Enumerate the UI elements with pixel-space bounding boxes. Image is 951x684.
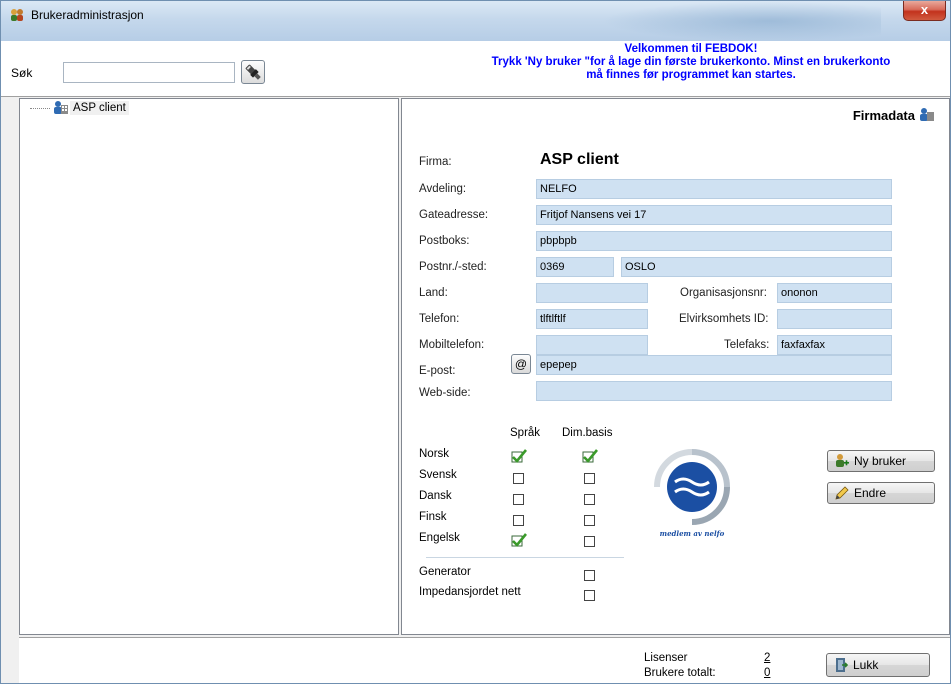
gateadresse-label: Gateadresse:: [419, 209, 489, 221]
firmadata-title: Firmadata: [852, 107, 915, 123]
dim-checkbox[interactable]: [584, 515, 595, 526]
orgnr-field[interactable]: ononon: [777, 283, 892, 303]
welcome-message: Velkommen til FEBDOK! Trykk 'Ny bruker "…: [421, 43, 950, 82]
avdeling-field[interactable]: NELFO: [536, 179, 892, 199]
language-label: Engelsk: [419, 532, 460, 544]
land-field[interactable]: [536, 283, 648, 303]
search-button[interactable]: [241, 60, 265, 84]
language-label: Svensk: [419, 469, 457, 481]
telefon-field[interactable]: tlftlftlf: [536, 309, 648, 329]
postnr-field[interactable]: 0369: [536, 257, 614, 277]
welcome-line-3: må finnes før programmet kan startes.: [586, 69, 796, 81]
lisenser-label: Lisenser: [644, 652, 688, 664]
elvirk-field[interactable]: [777, 309, 892, 329]
ny-bruker-label: Ny bruker: [854, 454, 907, 468]
ny-bruker-button[interactable]: Ny bruker: [827, 450, 935, 472]
dim-checkbox[interactable]: [582, 449, 599, 463]
title-bar: Brukeradministrasjon x: [1, 1, 950, 41]
generator-checkbox[interactable]: [584, 570, 595, 581]
close-button[interactable]: x: [903, 1, 946, 21]
nelfo-logo: medlem av nelfo: [654, 449, 730, 538]
land-label: Land:: [419, 287, 448, 299]
options-separator: [426, 557, 624, 558]
telefon-label: Telefon:: [419, 313, 460, 325]
avdeling-label: Avdeling:: [419, 183, 467, 195]
company-name: ASP client: [540, 151, 619, 168]
poststed-field[interactable]: OSLO: [621, 257, 892, 277]
send-email-button[interactable]: @: [511, 354, 531, 374]
sprak-checkbox[interactable]: [511, 533, 528, 547]
search-toolbar: Søk Velkommen til FEBDOK! Trykk 'Ny bruk…: [1, 41, 950, 97]
company-tree[interactable]: ASP client: [19, 98, 399, 635]
mobil-label: Mobiltelefon:: [419, 339, 485, 351]
welcome-line-1: Velkommen til FEBDOK!: [624, 43, 758, 55]
app-window: Brukeradministrasjon x Søk Velkommen til…: [0, 0, 951, 684]
dim-checkbox[interactable]: [584, 473, 595, 484]
dim-checkbox[interactable]: [584, 494, 595, 505]
impedans-label: Impedansjordet nett: [419, 586, 521, 598]
company-icon: [920, 108, 934, 121]
gateadresse-field[interactable]: Fritjof Nansens vei 17: [536, 205, 892, 225]
exit-door-icon: [836, 658, 849, 672]
status-footer: Lisenser 2 Brukere totalt: 0 Lukk: [19, 637, 950, 683]
mobil-field[interactable]: [536, 335, 648, 355]
brukere-value[interactable]: 0: [764, 667, 770, 679]
language-label: Dansk: [419, 490, 452, 502]
impedans-checkbox[interactable]: [584, 590, 595, 601]
language-label: Norsk: [419, 448, 450, 460]
company-icon: [54, 101, 68, 114]
sprak-checkbox[interactable]: [513, 515, 524, 526]
lisenser-value[interactable]: 2: [764, 652, 770, 664]
flashlight-icon: [245, 64, 261, 80]
postboks-field[interactable]: pbpbpb: [536, 231, 892, 251]
search-label: Søk: [11, 66, 33, 80]
users-app-icon: [11, 9, 23, 21]
brukere-label: Brukere totalt:: [644, 667, 716, 679]
elvirk-label: Elvirksomhets ID:: [679, 313, 769, 325]
telefaks-label: Telefaks:: [724, 339, 770, 351]
firma-label: Firma:: [419, 156, 452, 168]
dim-checkbox[interactable]: [584, 536, 595, 547]
tree-item-label: ASP client: [70, 101, 129, 115]
epost-field[interactable]: epepep: [536, 355, 892, 375]
generator-label: Generator: [419, 566, 471, 578]
lukk-button[interactable]: Lukk: [826, 653, 930, 677]
dimbasis-column-header: Dim.basis: [562, 427, 613, 439]
pencil-icon: [835, 486, 849, 500]
web-label: Web-side:: [419, 387, 471, 399]
welcome-line-2: Trykk 'Ny bruker "for å lage din første …: [491, 56, 891, 68]
endre-label: Endre: [854, 486, 887, 500]
endre-button[interactable]: Endre: [827, 482, 935, 504]
search-input[interactable]: [63, 62, 235, 83]
svg-text:medlem av nelfo: medlem av nelfo: [660, 529, 725, 538]
postnr-label: Postnr./-sted:: [419, 261, 487, 273]
orgnr-label: Organisasjonsnr:: [680, 287, 767, 299]
lukk-label: Lukk: [853, 658, 879, 672]
language-label: Finsk: [419, 511, 447, 523]
tree-connector: [30, 107, 50, 109]
web-field[interactable]: [536, 381, 892, 401]
title-bar-decoration: [601, 1, 881, 41]
firmadata-header: Firmadata: [853, 107, 935, 123]
postboks-label: Postboks:: [419, 235, 470, 247]
sprak-checkbox[interactable]: [513, 494, 524, 505]
window-title: Brukeradministrasjon: [31, 8, 144, 22]
telefaks-field[interactable]: faxfaxfax: [777, 335, 892, 355]
sprak-column-header: Språk: [510, 427, 541, 439]
add-user-icon: [836, 454, 849, 467]
sprak-checkbox[interactable]: [513, 473, 524, 484]
epost-label: E-post:: [419, 365, 456, 377]
sprak-checkbox[interactable]: [511, 449, 528, 463]
company-details-panel: Firmadata Firma: ASP client Avdeling: NE…: [401, 98, 950, 635]
tree-item-asp-client[interactable]: ASP client: [30, 100, 129, 116]
